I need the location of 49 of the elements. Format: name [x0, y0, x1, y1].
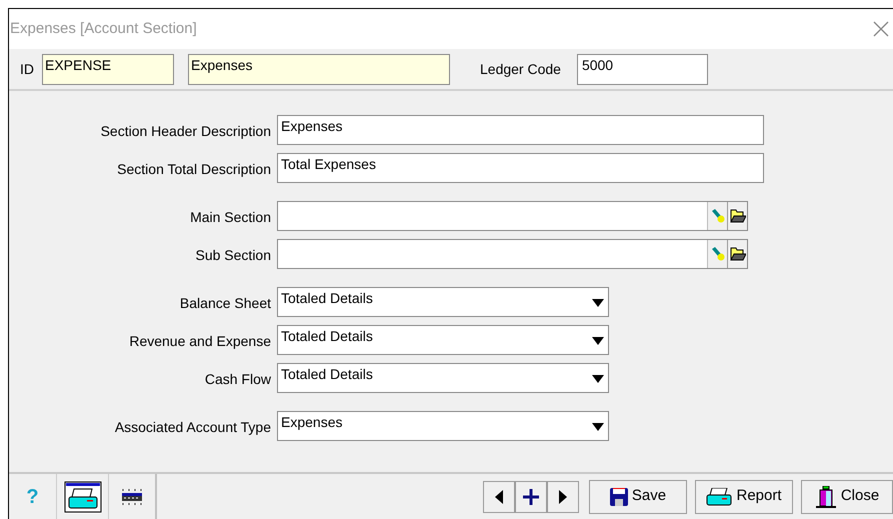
- dropdown[interactable]: Expenses: [277, 411, 609, 441]
- left-arrow-icon: [495, 490, 503, 504]
- flashlight-icon: [710, 209, 724, 223]
- printer-icon: [64, 480, 102, 512]
- help-icon: ?: [26, 482, 39, 512]
- ledger-code-label: Ledger Code: [480, 60, 561, 79]
- id-field[interactable]: EXPENSE: [42, 54, 174, 84]
- text-field[interactable]: Total Expenses: [277, 153, 764, 183]
- right-arrow-icon: [559, 490, 567, 504]
- report-button[interactable]: Report: [695, 480, 793, 514]
- dropdown[interactable]: Totaled Details: [277, 363, 609, 393]
- flashlight-icon: [710, 247, 724, 261]
- search-button[interactable]: [707, 240, 727, 268]
- next-button[interactable]: [547, 480, 579, 512]
- field-label: Associated Account Type: [114, 418, 271, 437]
- printer-icon: [706, 488, 732, 506]
- dropdown-arrow-icon: [592, 299, 604, 307]
- name-field[interactable]: Expenses: [188, 54, 450, 84]
- text-field[interactable]: Expenses: [277, 115, 764, 145]
- close-button[interactable]: Close: [801, 480, 893, 514]
- search-button[interactable]: [707, 202, 727, 230]
- dropdown[interactable]: Totaled Details: [277, 325, 609, 355]
- plus-icon: [523, 488, 539, 504]
- dropdown[interactable]: Totaled Details: [277, 287, 609, 317]
- keyboard-icon: [120, 486, 144, 506]
- dropdown-arrow-icon: [592, 375, 604, 383]
- add-button[interactable]: [515, 480, 547, 512]
- lookup-field[interactable]: [277, 239, 748, 269]
- folder-button[interactable]: [727, 202, 747, 230]
- field-label: Balance Sheet: [178, 294, 271, 312]
- close-icon[interactable]: [873, 21, 889, 37]
- field-label: Revenue and Expense: [128, 332, 271, 351]
- dropdown-arrow-icon: [592, 337, 604, 345]
- save-button[interactable]: Save: [589, 480, 687, 514]
- field-label: Sub Section: [194, 246, 271, 264]
- folder-icon: [730, 209, 746, 223]
- previous-button[interactable]: [483, 480, 515, 512]
- lookup-field[interactable]: [277, 201, 748, 231]
- field-label: Section Total Description: [116, 160, 271, 179]
- id-label: ID: [20, 60, 34, 78]
- window-title: Expenses [Account Section]: [10, 18, 197, 39]
- dropdown-arrow-icon: [592, 423, 604, 431]
- field-label: Cash Flow: [204, 370, 271, 388]
- folder-icon: [730, 247, 746, 261]
- ledger-code-field[interactable]: 5000: [576, 54, 708, 84]
- folder-button[interactable]: [727, 240, 747, 268]
- door-icon: [814, 486, 837, 508]
- field-label: Main Section: [189, 208, 271, 226]
- field-label: Section Header Description: [100, 122, 271, 141]
